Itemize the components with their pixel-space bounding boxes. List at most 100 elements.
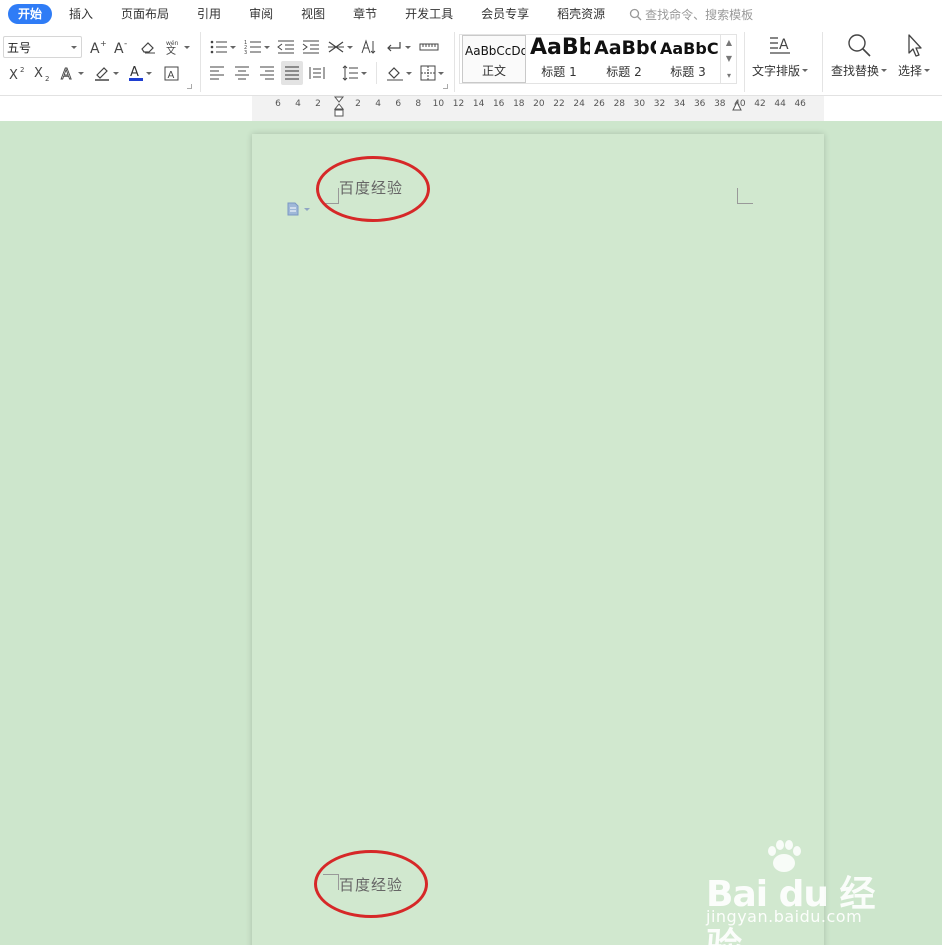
ruler-tick-label: 24 [573,99,585,109]
style-sample: AaBbCcDd [465,44,526,58]
tab-docer-resources[interactable]: 稻壳资源 [546,4,616,24]
chevron-down-icon [924,69,931,72]
chevron-down-icon [264,45,270,49]
document-workspace: 百度经验 百度经验 Bai du 经验 jingyan.baidu.com [0,121,942,945]
align-left-icon [210,66,224,80]
font-dialog-launcher[interactable] [187,84,192,89]
ruler-tick-label: 2 [315,99,321,109]
style-name: 标题 2 [606,65,642,79]
separator [376,62,377,84]
outdent-icon [277,40,294,54]
char-border-icon: A [164,66,178,81]
svg-text:A: A [779,37,789,53]
style-normal[interactable]: AaBbCcDd 正文 [462,35,526,83]
paragraph-mark-icon [387,42,401,52]
increase-indent-button[interactable] [301,36,321,58]
ruler-tick-label: 36 [693,99,706,109]
svg-text:A: A [114,41,124,55]
tab-insert[interactable]: 插入 [58,4,104,24]
phonetic-guide-button[interactable]: wén 文 [163,36,191,58]
bullets-button[interactable] [208,36,238,58]
align-center-button[interactable] [232,62,252,84]
justify-button[interactable] [281,61,303,85]
ribbon-toolbar: 五号 A + A- wén 文 X2 X2 A A A 123 AaBbCcDd… [0,28,942,96]
paragraph-layout-button[interactable] [286,202,310,216]
svg-text:文: 文 [166,44,176,55]
font-size-select[interactable]: 五号 [3,36,82,58]
expand-icon[interactable]: ▾ [727,71,731,80]
cursor-arrow-icon [908,34,922,57]
subscript-button[interactable]: X2 [33,62,53,84]
tab-page-layout[interactable]: 页面布局 [110,4,180,24]
text-effect-button[interactable]: A [58,62,86,84]
shrink-font-button[interactable]: A- [112,36,132,58]
show-hide-marks-button[interactable] [384,36,412,58]
command-search[interactable]: 查找命令、搜索模板 [629,6,753,23]
search-icon [630,8,642,20]
align-center-icon [235,66,249,80]
ruler-tick-label: 44 [774,99,786,109]
svg-text:2: 2 [20,66,24,74]
highlighter-icon [95,67,109,81]
clear-format-button[interactable] [138,36,158,58]
style-name: 正文 [481,64,506,78]
char-border-button[interactable]: A [161,62,181,84]
find-replace-button[interactable]: 查找替换 [831,32,888,79]
tab-review[interactable]: 审阅 [238,4,284,24]
decrease-indent-button[interactable] [276,36,296,58]
ruler-tick-label: 16 [492,99,505,109]
text-layout-button[interactable]: A 文字排版 [752,32,809,79]
tab-developer[interactable]: 开发工具 [394,4,464,24]
tab-home[interactable]: 开始 [8,4,53,24]
ruler-tick-label: 28 [613,99,626,109]
magnifier-icon [848,34,871,57]
ruler-tick-label: 4 [375,99,381,109]
ruler-tick-label: 10 [432,99,445,109]
separator [454,32,455,92]
ruler-tick-label: 6 [275,99,281,109]
tab-references[interactable]: 引用 [186,4,232,24]
sort-button[interactable] [358,36,378,58]
styles-gallery: AaBbCcDd 正文 AaBb 标题 1 AaBbC 标题 2 AaBbCc … [459,34,737,84]
style-heading-1[interactable]: AaBb 标题 1 [528,35,590,83]
chinese-layout-button[interactable] [326,36,354,58]
superscript-button[interactable]: X2 [8,62,28,84]
ruler-tick-label: 22 [553,99,565,109]
distributed-button[interactable] [307,62,327,84]
indent-marker[interactable] [333,96,345,118]
paragraph-dialog-launcher[interactable] [443,84,448,89]
chevron-down-icon [230,45,236,49]
font-color-icon: A [129,65,143,81]
chevron-down-icon[interactable]: ▼ [726,54,732,63]
tab-section[interactable]: 章节 [342,4,388,24]
chevron-down-icon [438,71,444,75]
highlight-color-button[interactable] [92,62,120,84]
separator [822,32,823,92]
align-left-button[interactable] [207,62,227,84]
tab-view[interactable]: 视图 [290,4,336,24]
shading-button[interactable] [384,62,414,84]
command-search-placeholder: 查找命令、搜索模板 [645,7,754,22]
select-button[interactable]: 选择 [898,32,931,79]
numbering-button[interactable]: 123 [242,36,272,58]
chevron-down-icon [361,71,367,75]
chevron-down-icon [405,45,411,49]
select-label: 选择 [898,64,923,78]
style-heading-3[interactable]: AaBbCc 标题 3 [658,35,718,83]
ruler-tick-label: 20 [533,99,545,109]
chevron-up-icon[interactable]: ▲ [726,38,732,47]
tab-member[interactable]: 会员专享 [470,4,540,24]
table-tools-button[interactable] [418,36,440,58]
grow-font-button[interactable]: A + [88,36,108,58]
right-indent-marker[interactable] [731,101,743,111]
svg-text:2: 2 [45,75,49,81]
line-spacing-button[interactable] [340,62,368,84]
font-color-button[interactable]: A [126,62,154,84]
ruler-tick-label: 30 [633,99,646,109]
document-page[interactable]: 百度经验 百度经验 [252,134,824,945]
bullet-list-icon [210,40,227,54]
style-heading-2[interactable]: AaBbC 标题 2 [592,35,656,83]
styles-scroll[interactable]: ▲ ▼ ▾ [720,34,737,84]
borders-button[interactable] [418,62,446,84]
align-right-button[interactable] [257,62,277,84]
